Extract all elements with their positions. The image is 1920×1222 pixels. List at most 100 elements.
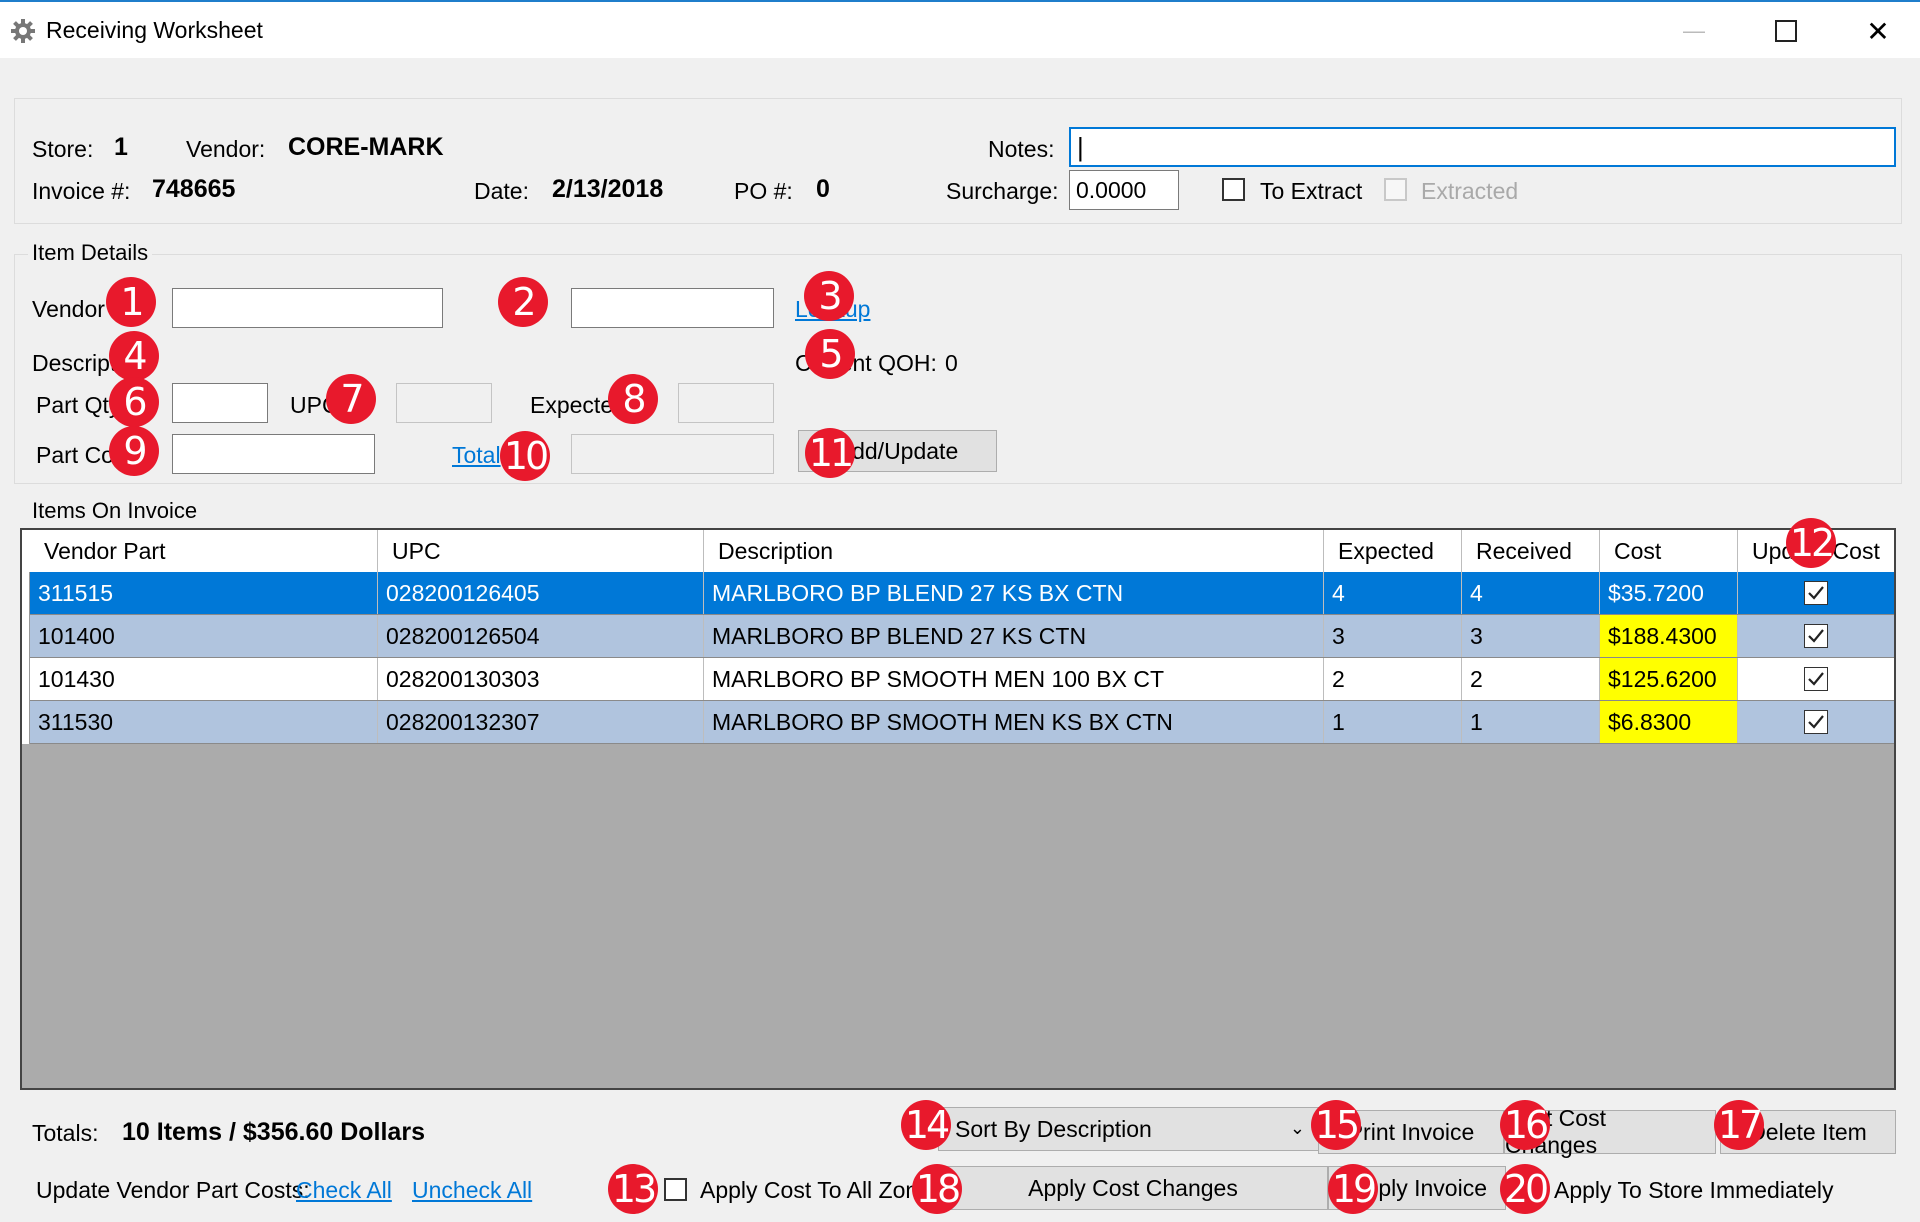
invoice-items-grid[interactable]: Vendor Part UPC Description Expected Rec… bbox=[20, 528, 1896, 1090]
cell-vendor-part[interactable]: 311515 bbox=[30, 572, 378, 614]
update-cost-checkbox[interactable] bbox=[1804, 581, 1828, 605]
part-cost-input[interactable] bbox=[173, 435, 374, 473]
surcharge-field[interactable] bbox=[1069, 170, 1179, 210]
part-cost-field[interactable] bbox=[172, 434, 375, 474]
apply-all-zones-label: Apply Cost To All Zones bbox=[700, 1177, 914, 1203]
store-label: Store: bbox=[32, 136, 94, 162]
po-value: 0 bbox=[816, 175, 830, 203]
cell-upc[interactable]: 028200126405 bbox=[378, 572, 704, 614]
cell-upc[interactable]: 028200126504 bbox=[378, 615, 704, 657]
cell-cost[interactable]: $6.8300 bbox=[1600, 701, 1738, 743]
maximize-button[interactable] bbox=[1740, 2, 1832, 60]
cell-expected[interactable]: 4 bbox=[1324, 572, 1462, 614]
apply-all-zones-checkbox[interactable] bbox=[664, 1178, 687, 1201]
app-gear-icon bbox=[10, 18, 36, 44]
expected-qty-field bbox=[678, 383, 774, 423]
part-qty-input[interactable] bbox=[173, 384, 267, 422]
cell-received[interactable]: 1 bbox=[1462, 701, 1600, 743]
cell-received[interactable]: 4 bbox=[1462, 572, 1600, 614]
invoice-value: 748665 bbox=[152, 175, 236, 203]
col-header-upc[interactable]: UPC bbox=[378, 530, 704, 572]
annotation-badge-13: 13 bbox=[608, 1164, 658, 1214]
row-header[interactable] bbox=[22, 658, 30, 701]
sort-select[interactable]: Sort By Description ⌄ bbox=[938, 1107, 1320, 1151]
vendor-part-field[interactable] bbox=[172, 288, 443, 328]
update-cost-checkbox[interactable] bbox=[1804, 710, 1828, 734]
upc-field bbox=[396, 383, 492, 423]
annotation-badge-4: 4 bbox=[109, 331, 159, 381]
cell-update-cost bbox=[1738, 615, 1894, 657]
annotation-badge-7: 7 bbox=[326, 374, 376, 424]
cell-cost[interactable]: $188.4300 bbox=[1600, 615, 1738, 657]
notes-input[interactable] bbox=[1071, 129, 1894, 165]
update-cost-checkbox[interactable] bbox=[1804, 667, 1828, 691]
cell-description[interactable]: MARLBORO BP BLEND 27 KS CTN bbox=[704, 615, 1324, 657]
upc-search-field[interactable] bbox=[571, 288, 774, 328]
cell-received[interactable]: 2 bbox=[1462, 658, 1600, 700]
annotation-badge-3: 3 bbox=[804, 271, 854, 321]
table-row[interactable]: 101400 028200126504 MARLBORO BP BLEND 27 K… bbox=[30, 615, 1894, 658]
cell-description[interactable]: MARLBORO BP SMOOTH MEN KS BX CTN bbox=[704, 701, 1324, 743]
checkmark-icon bbox=[1807, 615, 1825, 657]
cell-cost[interactable]: $35.7200 bbox=[1600, 572, 1738, 614]
table-row[interactable]: 311530 028200132307 MARLBORO BP SMOOTH MEN… bbox=[30, 701, 1894, 744]
cell-vendor-part[interactable]: 101400 bbox=[30, 615, 378, 657]
maximize-icon bbox=[1775, 20, 1797, 42]
cell-expected[interactable]: 1 bbox=[1324, 701, 1462, 743]
vendor-part-input[interactable] bbox=[173, 289, 442, 327]
col-header-expected[interactable]: Expected bbox=[1324, 530, 1462, 572]
checkmark-icon bbox=[1807, 701, 1825, 743]
cell-expected[interactable]: 2 bbox=[1324, 658, 1462, 700]
col-header-description[interactable]: Description bbox=[704, 530, 1324, 572]
col-header-vendor-part[interactable]: Vendor Part bbox=[22, 530, 378, 572]
table-row[interactable]: 101430 028200130303 MARLBORO BP SMOOTH MEN… bbox=[30, 658, 1894, 701]
total-link[interactable]: Total bbox=[452, 442, 501, 469]
uncheck-all-link[interactable]: Uncheck All bbox=[412, 1177, 532, 1204]
sort-select-value: Sort By Description bbox=[955, 1115, 1152, 1142]
update-vendor-costs-label: Update Vendor Part Costs: bbox=[36, 1177, 310, 1203]
cell-upc[interactable]: 028200130303 bbox=[378, 658, 704, 700]
cell-description[interactable]: MARLBORO BP SMOOTH MEN 100 BX CT bbox=[704, 658, 1324, 700]
row-header[interactable] bbox=[22, 572, 30, 615]
annotation-badge-12: 12 bbox=[1786, 518, 1836, 568]
col-header-received[interactable]: Received bbox=[1462, 530, 1600, 572]
minimize-button[interactable]: — bbox=[1648, 2, 1740, 60]
cell-upc[interactable]: 028200132307 bbox=[378, 701, 704, 743]
to-extract-checkbox[interactable] bbox=[1222, 178, 1245, 201]
upc-search-input[interactable] bbox=[572, 289, 773, 327]
cell-update-cost bbox=[1738, 658, 1894, 700]
part-qty-field[interactable] bbox=[172, 383, 268, 423]
cell-received[interactable]: 3 bbox=[1462, 615, 1600, 657]
surcharge-label: Surcharge: bbox=[946, 178, 1059, 204]
surcharge-input[interactable] bbox=[1070, 171, 1178, 209]
apply-cost-changes-button[interactable]: Apply Cost Changes bbox=[938, 1166, 1328, 1210]
close-button[interactable]: ✕ bbox=[1832, 2, 1920, 60]
cell-update-cost bbox=[1738, 572, 1894, 614]
store-value: 1 bbox=[114, 133, 128, 161]
annotation-badge-20: 20 bbox=[1500, 1164, 1550, 1214]
cell-expected[interactable]: 3 bbox=[1324, 615, 1462, 657]
annotation-badge-2: 2 bbox=[498, 277, 548, 327]
row-header[interactable] bbox=[22, 615, 30, 658]
vendor-value: CORE-MARK bbox=[288, 133, 444, 161]
notes-field[interactable] bbox=[1069, 127, 1896, 167]
cell-vendor-part[interactable]: 311530 bbox=[30, 701, 378, 743]
part-qty-label: Part Qty bbox=[36, 392, 121, 418]
cell-description[interactable]: MARLBORO BP BLEND 27 KS BX CTN bbox=[704, 572, 1324, 614]
cell-cost[interactable]: $125.6200 bbox=[1600, 658, 1738, 700]
annotation-badge-6: 6 bbox=[109, 377, 159, 427]
extracted-checkbox bbox=[1384, 178, 1407, 201]
notes-label: Notes: bbox=[988, 136, 1055, 162]
check-all-link[interactable]: Check All bbox=[296, 1177, 392, 1204]
annotation-badge-1: 1 bbox=[106, 277, 156, 327]
row-header[interactable] bbox=[22, 701, 30, 744]
window-title: Receiving Worksheet bbox=[46, 17, 263, 43]
totals-label: Totals: bbox=[32, 1120, 99, 1146]
col-header-cost[interactable]: Cost bbox=[1600, 530, 1738, 572]
update-cost-checkbox[interactable] bbox=[1804, 624, 1828, 648]
table-row[interactable]: 311515 028200126405 MARLBORO BP BLEND 27 K… bbox=[30, 572, 1894, 615]
annotation-badge-14: 14 bbox=[901, 1100, 951, 1150]
annotation-badge-8: 8 bbox=[608, 374, 658, 424]
annotation-badge-9: 9 bbox=[109, 426, 159, 476]
cell-vendor-part[interactable]: 101430 bbox=[30, 658, 378, 700]
